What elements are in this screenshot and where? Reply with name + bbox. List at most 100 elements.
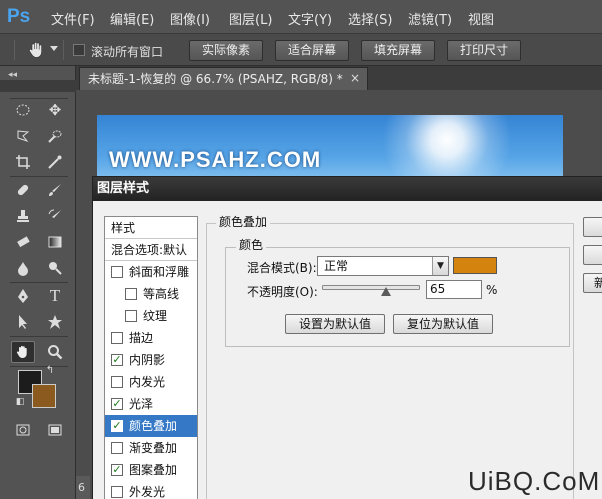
history-brush-tool-icon[interactable]: [45, 206, 65, 226]
zoom-readout[interactable]: 6: [78, 481, 85, 494]
opacity-label: 不透明度(O):: [247, 285, 318, 299]
list-item[interactable]: ✓ 图案叠加: [105, 459, 197, 481]
print-size-button[interactable]: 打印尺寸: [447, 40, 521, 61]
menu-view[interactable]: 视图: [468, 9, 494, 28]
new-style-button[interactable]: 新: [583, 273, 602, 293]
hand-tool-selected-icon[interactable]: [11, 341, 35, 363]
list-item[interactable]: 纹理: [105, 305, 197, 327]
zoom-tool-icon[interactable]: [45, 342, 65, 362]
eraser-tool-icon[interactable]: [13, 232, 33, 252]
divider: [10, 176, 68, 177]
menu-layer[interactable]: 图层(L): [229, 9, 272, 28]
dodge-tool-icon[interactable]: [45, 258, 65, 278]
watermark: UiBQ.CoM: [468, 466, 601, 496]
actual-pixels-button[interactable]: 实际像素: [189, 40, 263, 61]
document-image[interactable]: WWW.PSAHZ.COM: [97, 115, 563, 185]
photoshop-logo: Ps: [7, 6, 31, 27]
path-selection-tool-icon[interactable]: [13, 312, 33, 332]
cancel-button[interactable]: [583, 245, 602, 265]
blur-tool-icon[interactable]: [13, 258, 33, 278]
list-item[interactable]: 外发光: [105, 481, 197, 499]
style-checkbox[interactable]: ✓: [111, 464, 123, 476]
list-item[interactable]: 渐变叠加: [105, 437, 197, 459]
menu-filter[interactable]: 滤镜(T): [408, 9, 452, 28]
divider: [10, 336, 68, 337]
list-item[interactable]: 等高线: [105, 283, 197, 305]
marquee-tool-icon[interactable]: [13, 100, 33, 120]
blend-mode-select[interactable]: 正常: [317, 256, 449, 276]
list-item-label: 等高线: [143, 287, 180, 301]
overlay-color-swatch[interactable]: [453, 257, 497, 274]
dialog-title[interactable]: 图层样式: [93, 177, 602, 201]
list-item[interactable]: ✓ 颜色叠加: [105, 415, 197, 437]
collapse-panel-icon[interactable]: ◂◂: [8, 70, 17, 80]
chevron-down-icon[interactable]: ▼: [432, 257, 448, 275]
close-tab-icon[interactable]: ×: [350, 71, 360, 85]
move-tool-icon[interactable]: ✥: [45, 100, 65, 120]
opacity-slider[interactable]: [322, 285, 420, 290]
fill-screen-button[interactable]: 填充屏幕: [361, 40, 435, 61]
style-checkbox[interactable]: ✓: [111, 420, 123, 432]
divider: [10, 282, 68, 283]
list-item[interactable]: ✓ 光泽: [105, 393, 197, 415]
type-tool-icon[interactable]: T: [45, 286, 65, 306]
clone-stamp-tool-icon[interactable]: [13, 206, 33, 226]
lasso-tool-icon[interactable]: [13, 126, 33, 146]
style-checkbox[interactable]: [111, 332, 123, 344]
menu-file[interactable]: 文件(F): [51, 9, 95, 28]
style-checkbox[interactable]: ✓: [111, 398, 123, 410]
default-colors-icon[interactable]: ◧: [14, 396, 26, 408]
crop-tool-icon[interactable]: [13, 152, 33, 172]
style-checkbox[interactable]: [125, 310, 137, 322]
divider: [14, 40, 15, 60]
hand-tool-icon[interactable]: [27, 40, 47, 60]
list-item-label: 渐变叠加: [129, 441, 178, 455]
style-checkbox[interactable]: [111, 486, 123, 498]
pen-tool-icon[interactable]: [13, 286, 33, 306]
custom-shape-tool-icon[interactable]: [45, 312, 65, 332]
list-item[interactable]: 描边: [105, 327, 197, 349]
menu-type[interactable]: 文字(Y): [288, 9, 332, 28]
menu-bar: Ps 文件(F) 编辑(E) 图像(I) 图层(L) 文字(Y) 选择(S) 滤…: [0, 0, 602, 34]
background-color-swatch[interactable]: [32, 384, 56, 408]
opacity-slider-thumb[interactable]: [380, 287, 391, 296]
tool-preset-chevron-down-icon[interactable]: [50, 46, 58, 51]
quick-mask-icon[interactable]: [13, 420, 33, 440]
list-item-label: 内发光: [129, 375, 166, 389]
style-checkbox[interactable]: [111, 442, 123, 454]
style-checkbox[interactable]: [125, 288, 137, 300]
menu-select[interactable]: 选择(S): [348, 9, 392, 28]
fit-screen-button[interactable]: 适合屏幕: [275, 40, 349, 61]
screen-mode-icon[interactable]: [45, 420, 65, 440]
canvas-text-layer: WWW.PSAHZ.COM: [109, 147, 322, 172]
color-group-title: 颜色: [236, 236, 267, 253]
list-item-blend-options[interactable]: 混合选项:默认: [105, 239, 197, 261]
list-item-label: 混合选项:默认: [111, 243, 188, 257]
list-item[interactable]: ✓ 内阴影: [105, 349, 197, 371]
quick-select-tool-icon[interactable]: [45, 126, 65, 146]
healing-brush-tool-icon[interactable]: [13, 180, 33, 200]
gradient-tool-icon[interactable]: [45, 232, 65, 252]
style-checkbox[interactable]: ✓: [111, 354, 123, 366]
list-item[interactable]: 斜面和浮雕: [105, 261, 197, 283]
eyedropper-tool-icon[interactable]: [45, 152, 65, 172]
style-checkbox[interactable]: [111, 376, 123, 388]
style-checkbox[interactable]: [111, 266, 123, 278]
menu-edit[interactable]: 编辑(E): [110, 9, 154, 28]
menu-image[interactable]: 图像(I): [170, 9, 210, 28]
ok-button[interactable]: [583, 217, 602, 237]
swap-colors-icon[interactable]: ↰: [44, 364, 56, 376]
scroll-all-windows-checkbox[interactable]: [73, 44, 85, 56]
style-list: 样式 混合选项:默认 斜面和浮雕等高线纹理描边 ✓ 内阴影内发光 ✓ 光泽 ✓ 颜色叠加渐变…: [104, 216, 198, 499]
list-item-styles[interactable]: 样式: [105, 217, 197, 239]
opacity-input[interactable]: 65: [426, 280, 482, 299]
brush-tool-icon[interactable]: [45, 180, 65, 200]
list-item-label: 描边: [129, 331, 154, 345]
scroll-all-windows-label: 滚动所有窗口: [91, 45, 164, 59]
make-default-button[interactable]: 设置为默认值: [285, 314, 385, 334]
sun-glow: [382, 115, 512, 185]
toolbox-grip: [0, 80, 76, 92]
reset-default-button[interactable]: 复位为默认值: [393, 314, 493, 334]
document-tab[interactable]: 未标题-1-恢复的 @ 66.7% (PSAHZ, RGB/8) *: [79, 67, 368, 90]
list-item[interactable]: 内发光: [105, 371, 197, 393]
